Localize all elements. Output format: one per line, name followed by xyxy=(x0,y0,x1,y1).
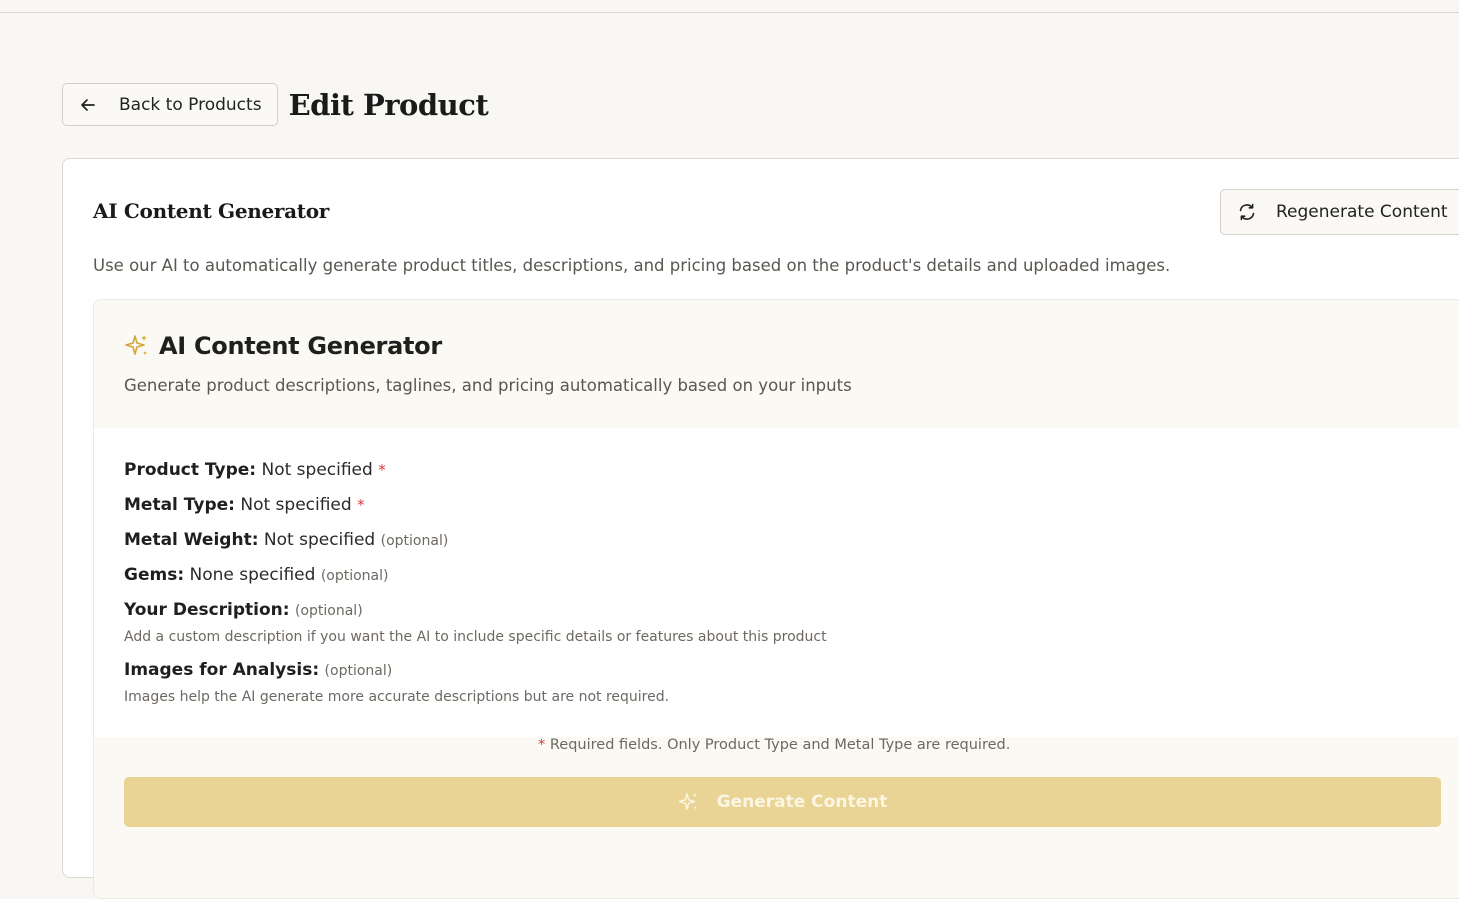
back-button-label: Back to Products xyxy=(119,94,262,115)
required-fields-note: * Required fields. Only Product Type and… xyxy=(538,737,1010,753)
generator-footer: * Required fields. Only Product Type and… xyxy=(94,737,1459,898)
optional-marker: (optional) xyxy=(324,663,393,679)
card-description: Use our AI to automatically generate pro… xyxy=(93,256,1171,275)
regenerate-content-button[interactable]: Regenerate Content xyxy=(1220,189,1459,235)
top-divider xyxy=(0,12,1459,13)
field-label: Metal Type: xyxy=(124,495,235,515)
required-marker: * xyxy=(538,737,546,753)
field-value: Not specified xyxy=(240,495,352,515)
optional-marker: (optional) xyxy=(380,533,449,549)
field-product-type: Product Type: Not specified * xyxy=(124,460,386,480)
generator-header: AI Content Generator Generate product de… xyxy=(94,300,1459,428)
field-metal-type: Metal Type: Not specified * xyxy=(124,495,365,515)
generate-content-button[interactable]: Generate Content xyxy=(124,777,1441,827)
required-marker: * xyxy=(357,496,365,514)
back-to-products-button[interactable]: Back to Products xyxy=(62,83,278,126)
field-label: Product Type: xyxy=(124,460,257,480)
field-label: Metal Weight: xyxy=(124,530,259,550)
field-gems: Gems: None specified (optional) xyxy=(124,565,389,585)
field-value: Not specified xyxy=(263,530,376,550)
arrow-left-icon xyxy=(79,96,97,114)
field-value: Not specified xyxy=(261,460,373,480)
field-label: Your Description: xyxy=(124,600,290,620)
generator-title-text: AI Content Generator xyxy=(159,332,442,360)
field-label: Gems: xyxy=(124,565,185,585)
optional-marker: (optional) xyxy=(295,603,363,619)
field-hint: Images help the AI generate more accurat… xyxy=(124,689,670,705)
field-hint: Add a custom description if you want the… xyxy=(124,629,827,645)
required-marker: * xyxy=(378,461,386,479)
field-images-for-analysis: Images for Analysis: (optional) xyxy=(124,660,392,680)
generator-panel: AI Content Generator Generate product de… xyxy=(93,299,1459,899)
field-value: None specified xyxy=(189,565,316,585)
optional-marker: (optional) xyxy=(320,568,389,584)
field-your-description: Your Description: (optional) xyxy=(124,600,363,620)
required-note-text: Required fields. Only Product Type and M… xyxy=(549,737,1011,753)
page-title: Edit Product xyxy=(288,87,489,122)
field-label: Images for Analysis: xyxy=(124,660,320,680)
refresh-icon xyxy=(1237,202,1257,222)
card-title: AI Content Generator xyxy=(93,199,330,223)
sparkle-icon xyxy=(124,333,150,359)
generator-title: AI Content Generator xyxy=(124,332,442,360)
sparkle-icon xyxy=(678,791,700,813)
page-header: Back to Products Edit Product xyxy=(62,83,489,126)
ai-content-card: AI Content Generator Regenerate Content … xyxy=(62,158,1459,899)
generate-button-label: Generate Content xyxy=(716,792,888,812)
field-metal-weight: Metal Weight: Not specified (optional) xyxy=(124,530,448,550)
regenerate-button-label: Regenerate Content xyxy=(1276,202,1448,222)
generator-subtitle: Generate product descriptions, taglines,… xyxy=(124,376,852,395)
